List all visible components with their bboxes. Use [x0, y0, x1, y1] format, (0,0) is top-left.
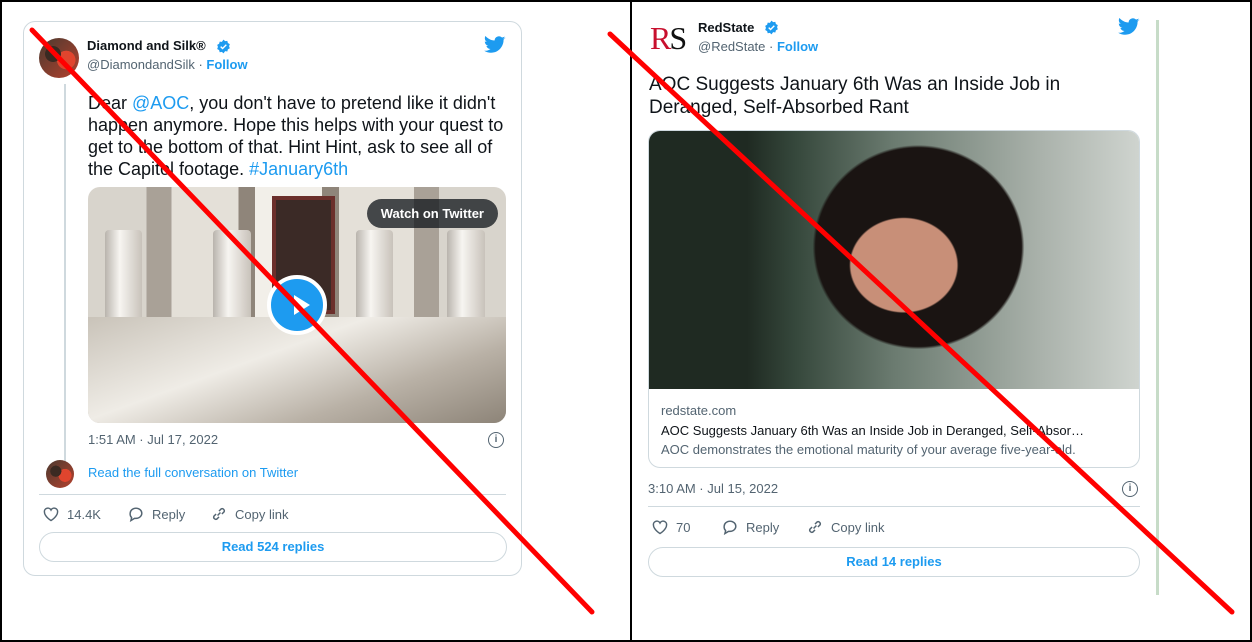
tweet-text: Dear [88, 93, 133, 113]
like-action[interactable]: 70 [651, 519, 690, 535]
copy-link-label: Copy link [235, 507, 289, 522]
author-name[interactable]: Diamond and Silk® [87, 38, 206, 53]
follow-button[interactable]: Follow [777, 39, 818, 54]
mention-link[interactable]: @AOC [132, 93, 189, 113]
read-replies-button[interactable]: Read 524 replies [39, 532, 507, 562]
verified-badge-icon [217, 39, 230, 54]
tweet-timestamp[interactable]: 1:51 AM · Jul 17, 2022 [88, 432, 218, 447]
like-count: 70 [676, 520, 691, 535]
article-photo [649, 131, 1139, 389]
video-thumbnail[interactable]: Watch on Twitter [88, 187, 506, 423]
author-handle[interactable]: @RedState [698, 39, 765, 54]
conversation-avatar [46, 460, 74, 488]
reply-bubble-icon [129, 507, 143, 523]
copy-link-label: Copy link [831, 520, 885, 535]
reply-bubble-icon [723, 520, 737, 536]
diamond-and-silk-tweet: Diamond and Silk® @DiamondandSilk · Foll… [23, 21, 522, 576]
card-domain: redstate.com [661, 403, 737, 418]
card-description: AOC demonstrates the emotional maturity … [661, 442, 1076, 457]
copy-link-action[interactable]: Copy link [806, 519, 884, 535]
author-handle[interactable]: @DiamondandSilk [87, 57, 195, 72]
author-name[interactable]: RedState [698, 20, 754, 35]
scrollbar-edge [1156, 20, 1159, 595]
link-icon [808, 520, 822, 534]
verified-badge-icon [765, 20, 778, 35]
copy-link-action[interactable]: Copy link [210, 506, 288, 522]
like-count: 14.4K [67, 507, 101, 522]
read-full-conversation-link[interactable]: Read the full conversation on Twitter [88, 465, 298, 480]
reply-label: Reply [152, 507, 186, 522]
divider [648, 506, 1140, 507]
logo-letter-s: S [669, 20, 687, 56]
separator: · [765, 39, 777, 54]
play-icon[interactable] [267, 275, 327, 335]
follow-button[interactable]: Follow [206, 57, 247, 72]
hashtag-link[interactable]: #January6th [249, 159, 348, 179]
divider [39, 494, 506, 495]
watch-on-twitter-button[interactable]: Watch on Twitter [366, 199, 498, 228]
tweet-body: Dear @AOC, you don't have to pretend lik… [88, 92, 508, 180]
reply-action[interactable]: Reply [721, 519, 780, 536]
tweet-body: AOC Suggests January 6th Was an Inside J… [649, 74, 1061, 118]
twitter-bird-icon[interactable] [1118, 18, 1140, 36]
twitter-bird-icon[interactable] [484, 36, 506, 54]
info-icon[interactable]: i [1122, 481, 1138, 497]
heart-icon [652, 520, 668, 535]
author-handle-line: @RedState · Follow [698, 39, 818, 54]
like-action[interactable]: 14.4K [42, 506, 101, 522]
reply-action[interactable]: Reply [127, 506, 186, 523]
logo-letter-r: R [650, 20, 671, 56]
link-preview-card[interactable]: redstate.com AOC Suggests January 6th Wa… [648, 130, 1140, 468]
author-handle-line: @DiamondandSilk · Follow [87, 57, 248, 72]
info-icon[interactable]: i [488, 432, 504, 448]
link-icon [212, 507, 226, 521]
read-replies-button[interactable]: Read 14 replies [648, 547, 1140, 577]
thread-line [64, 84, 66, 474]
heart-icon [43, 507, 59, 522]
author-avatar[interactable] [39, 38, 79, 78]
redstate-logo[interactable]: RS [650, 22, 687, 54]
separator: · [194, 57, 207, 72]
reply-label: Reply [746, 520, 780, 535]
card-title: AOC Suggests January 6th Was an Inside J… [661, 423, 1084, 438]
tweet-timestamp[interactable]: 3:10 AM · Jul 15, 2022 [648, 481, 778, 496]
